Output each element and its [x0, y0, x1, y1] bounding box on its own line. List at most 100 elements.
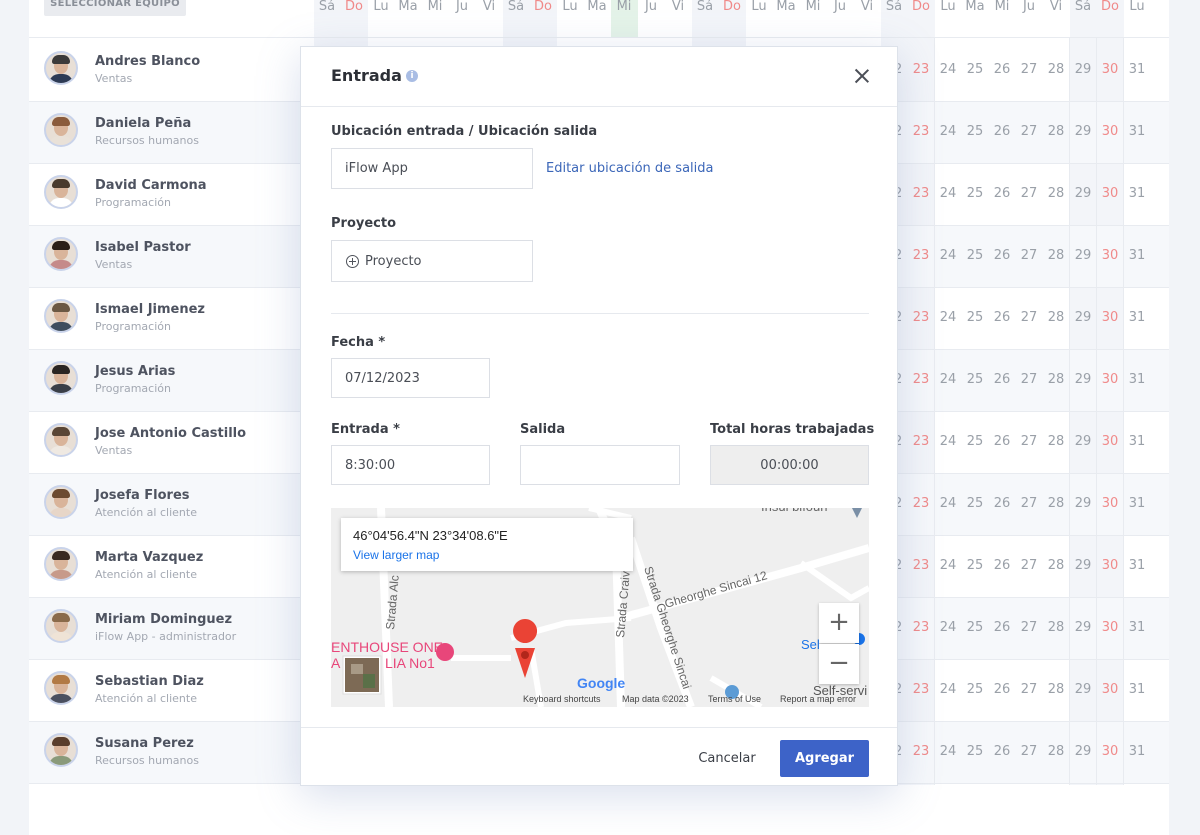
- view-larger-map-link[interactable]: View larger map: [353, 548, 439, 562]
- day-cell[interactable]: 28: [1043, 558, 1069, 573]
- employee-name[interactable]: David Carmona: [95, 178, 207, 193]
- day-cell[interactable]: 26: [989, 496, 1015, 511]
- day-cell[interactable]: 27: [1016, 620, 1042, 635]
- day-cell[interactable]: 24: [935, 496, 961, 511]
- day-cell[interactable]: 31: [1124, 62, 1150, 77]
- day-cell[interactable]: 28: [1043, 372, 1069, 387]
- day-cell[interactable]: 29: [1070, 372, 1096, 387]
- day-cell[interactable]: 29: [1070, 248, 1096, 263]
- day-cell[interactable]: 24: [935, 620, 961, 635]
- day-cell[interactable]: 27: [1016, 186, 1042, 201]
- day-cell[interactable]: 25: [962, 434, 988, 449]
- day-cell[interactable]: 28: [1043, 744, 1069, 759]
- day-cell[interactable]: 29: [1070, 310, 1096, 325]
- day-cell[interactable]: 25: [962, 248, 988, 263]
- day-cell[interactable]: 30: [1097, 248, 1123, 263]
- day-cell[interactable]: 26: [989, 744, 1015, 759]
- day-cell[interactable]: 23: [908, 682, 934, 697]
- day-cell[interactable]: 25: [962, 682, 988, 697]
- day-cell[interactable]: 23: [908, 186, 934, 201]
- day-cell[interactable]: 31: [1124, 434, 1150, 449]
- employee-name[interactable]: Susana Perez: [95, 736, 194, 751]
- day-cell[interactable]: 25: [962, 620, 988, 635]
- employee-name[interactable]: Daniela Peña: [95, 116, 191, 131]
- day-cell[interactable]: 24: [935, 558, 961, 573]
- day-cell[interactable]: 29: [1070, 124, 1096, 139]
- day-cell[interactable]: 29: [1070, 744, 1096, 759]
- employee-name[interactable]: Ismael Jimenez: [95, 302, 205, 317]
- zoom-in-button[interactable]: +: [819, 603, 859, 643]
- day-cell[interactable]: 26: [989, 620, 1015, 635]
- day-cell[interactable]: 25: [962, 372, 988, 387]
- day-cell[interactable]: 30: [1097, 620, 1123, 635]
- day-cell[interactable]: 25: [962, 310, 988, 325]
- avatar[interactable]: [44, 547, 78, 581]
- day-cell[interactable]: 27: [1016, 372, 1042, 387]
- day-cell[interactable]: 29: [1070, 186, 1096, 201]
- day-cell[interactable]: 24: [935, 310, 961, 325]
- info-icon[interactable]: i: [406, 70, 418, 82]
- day-cell[interactable]: 26: [989, 682, 1015, 697]
- avatar[interactable]: [44, 361, 78, 395]
- day-cell[interactable]: 23: [908, 744, 934, 759]
- employee-name[interactable]: Jesus Arias: [95, 364, 175, 379]
- employee-name[interactable]: Josefa Flores: [95, 488, 190, 503]
- avatar[interactable]: [44, 609, 78, 643]
- exit-time-field[interactable]: [520, 445, 680, 485]
- day-cell[interactable]: 30: [1097, 496, 1123, 511]
- day-cell[interactable]: 26: [989, 62, 1015, 77]
- day-cell[interactable]: 23: [908, 310, 934, 325]
- day-cell[interactable]: 28: [1043, 496, 1069, 511]
- day-cell[interactable]: 30: [1097, 372, 1123, 387]
- day-cell[interactable]: 29: [1070, 496, 1096, 511]
- day-cell[interactable]: 24: [935, 248, 961, 263]
- report-map-error-link[interactable]: Report a map error: [780, 694, 856, 704]
- day-cell[interactable]: 26: [989, 186, 1015, 201]
- day-cell[interactable]: 28: [1043, 124, 1069, 139]
- day-cell[interactable]: 29: [1070, 682, 1096, 697]
- day-cell[interactable]: 26: [989, 124, 1015, 139]
- day-cell[interactable]: 25: [962, 558, 988, 573]
- close-icon[interactable]: [851, 65, 873, 87]
- add-button[interactable]: Agregar: [780, 740, 869, 777]
- avatar[interactable]: [44, 485, 78, 519]
- employee-name[interactable]: Jose Antonio Castillo: [95, 426, 246, 441]
- day-cell[interactable]: 23: [908, 620, 934, 635]
- cancel-button[interactable]: Cancelar: [687, 747, 767, 771]
- day-cell[interactable]: 24: [935, 744, 961, 759]
- day-cell[interactable]: 28: [1043, 248, 1069, 263]
- date-field[interactable]: 07/12/2023: [331, 358, 490, 398]
- employee-name[interactable]: Miriam Dominguez: [95, 612, 232, 627]
- day-cell[interactable]: 29: [1070, 434, 1096, 449]
- day-cell[interactable]: 27: [1016, 496, 1042, 511]
- day-cell[interactable]: 28: [1043, 310, 1069, 325]
- day-cell[interactable]: 28: [1043, 186, 1069, 201]
- day-cell[interactable]: 23: [908, 496, 934, 511]
- day-cell[interactable]: 25: [962, 186, 988, 201]
- day-cell[interactable]: 28: [1043, 62, 1069, 77]
- edit-exit-location-link[interactable]: Editar ubicación de salida: [546, 161, 713, 176]
- day-cell[interactable]: 26: [989, 434, 1015, 449]
- day-cell[interactable]: 25: [962, 744, 988, 759]
- day-cell[interactable]: 30: [1097, 558, 1123, 573]
- day-cell[interactable]: 29: [1070, 62, 1096, 77]
- day-cell[interactable]: 31: [1124, 124, 1150, 139]
- day-cell[interactable]: 31: [1124, 310, 1150, 325]
- day-cell[interactable]: 23: [908, 62, 934, 77]
- keyboard-shortcuts-link[interactable]: Keyboard shortcuts: [523, 694, 601, 704]
- day-cell[interactable]: 31: [1124, 496, 1150, 511]
- day-cell[interactable]: 28: [1043, 620, 1069, 635]
- day-cell[interactable]: 27: [1016, 558, 1042, 573]
- day-cell[interactable]: 24: [935, 62, 961, 77]
- day-cell[interactable]: 26: [989, 310, 1015, 325]
- employee-name[interactable]: Sebastian Diaz: [95, 674, 204, 689]
- employee-name[interactable]: Andres Blanco: [95, 54, 200, 69]
- day-cell[interactable]: 27: [1016, 744, 1042, 759]
- day-cell[interactable]: 24: [935, 434, 961, 449]
- day-cell[interactable]: 23: [908, 124, 934, 139]
- day-cell[interactable]: 30: [1097, 310, 1123, 325]
- day-cell[interactable]: 31: [1124, 682, 1150, 697]
- day-cell[interactable]: 26: [989, 248, 1015, 263]
- day-cell[interactable]: 23: [908, 558, 934, 573]
- day-cell[interactable]: 24: [935, 186, 961, 201]
